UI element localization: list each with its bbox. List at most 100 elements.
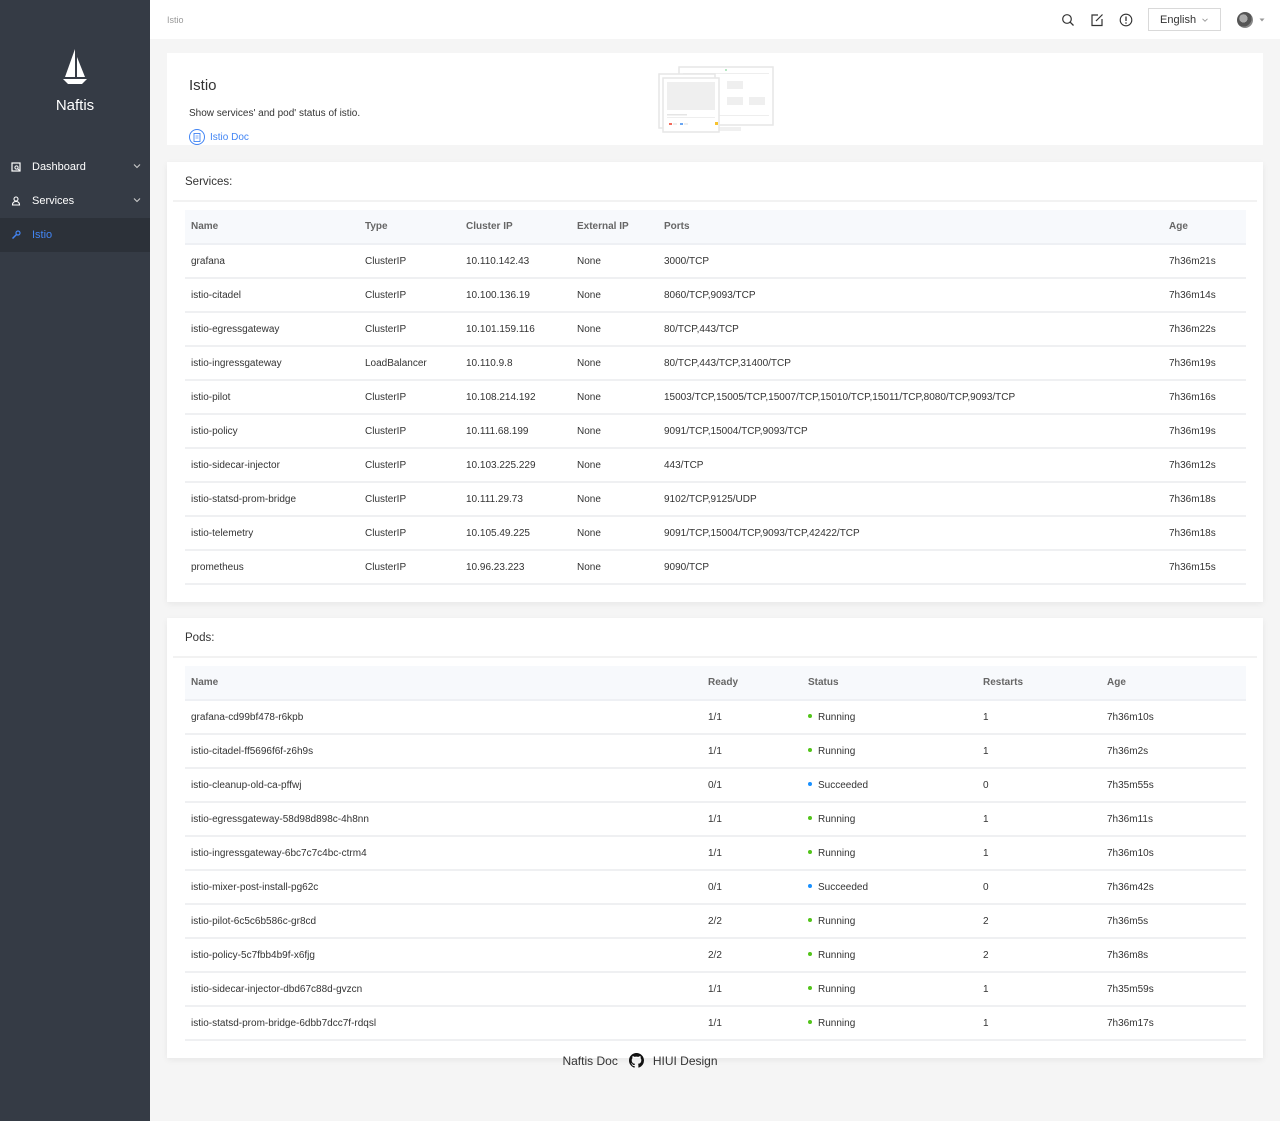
table-row[interactable]: istio-citadel-ff5696f6f-z6h9s 1/1 Running 1…	[185, 734, 1246, 769]
cell-restarts: 0	[977, 768, 1101, 803]
cell-cluster-ip: 10.111.29.73	[460, 482, 571, 517]
cell-name: istio-cleanup-old-ca-pffwj	[185, 768, 702, 803]
page-title: Istio	[189, 77, 217, 94]
cell-name: istio-policy-5c7fbb4b9f-x6fjg	[185, 938, 702, 973]
chevron-down-icon	[133, 198, 141, 203]
cell-name: istio-egressgateway	[185, 312, 359, 347]
column-header-external-ip[interactable]: External IP	[571, 210, 658, 245]
status-dot-icon	[808, 747, 812, 752]
edit-icon[interactable]	[1090, 13, 1104, 27]
table-row[interactable]: istio-policy-5c7fbb4b9f-x6fjg 2/2 Running 2…	[185, 938, 1246, 973]
document-icon	[189, 129, 205, 145]
column-header-ready[interactable]: Ready	[702, 666, 802, 701]
cell-external-ip: None	[571, 278, 658, 313]
table-row[interactable]: istio-sidecar-injector ClusterIP 10.103.22…	[185, 448, 1246, 483]
column-header-status[interactable]: Status	[802, 666, 977, 701]
cell-status: Running	[802, 836, 977, 871]
cell-name: istio-mixer-post-install-pg62c	[185, 870, 702, 905]
info-icon[interactable]	[1119, 13, 1133, 27]
sidebar-nav: Dashboard Services Istio	[0, 150, 150, 252]
cell-external-ip: None	[571, 482, 658, 517]
pods-heading: Pods:	[173, 618, 1257, 658]
cell-age: 7h36m10s	[1101, 700, 1246, 735]
column-header-name[interactable]: Name	[185, 666, 702, 701]
table-row[interactable]: istio-egressgateway-58d98d898c-4h8nn 1/1 R…	[185, 802, 1246, 837]
istio-doc-link[interactable]: Istio Doc	[189, 129, 249, 145]
status-badge: Succeeded	[818, 881, 869, 893]
cell-age: 7h36m10s	[1101, 836, 1246, 871]
cell-name: istio-sidecar-injector	[185, 448, 359, 483]
table-row[interactable]: istio-cleanup-old-ca-pffwj 0/1 Succeeded 0 7…	[185, 768, 1246, 803]
cell-age: 7h36m8s	[1101, 938, 1246, 973]
table-row[interactable]: istio-telemetry ClusterIP 10.105.49.225 Non…	[185, 516, 1246, 551]
cell-external-ip: None	[571, 346, 658, 381]
services-table: Name Type Cluster IP External IP Ports A…	[185, 210, 1246, 585]
cell-ports: 15003/TCP,15005/TCP,15007/TCP,15010/TCP,…	[658, 380, 1163, 415]
table-row[interactable]: istio-egressgateway ClusterIP 10.101.159.1…	[185, 312, 1246, 347]
table-row[interactable]: istio-policy ClusterIP 10.111.68.199 None 90…	[185, 414, 1246, 449]
sidebar-item-services[interactable]: Services	[0, 184, 150, 218]
hiui-design-link[interactable]: HIUI Design	[653, 1054, 718, 1068]
language-select[interactable]: English	[1148, 8, 1221, 31]
cell-cluster-ip: 10.110.9.8	[460, 346, 571, 381]
table-row[interactable]: istio-ingressgateway-6bc7c7c4bc-ctrm4 1/1…	[185, 836, 1246, 871]
sailboat-logo-icon	[63, 49, 87, 84]
cell-ports: 80/TCP,443/TCP,31400/TCP	[658, 346, 1163, 381]
column-header-age[interactable]: Age	[1163, 210, 1246, 245]
table-row[interactable]: istio-pilot-6c5c6b586c-gr8cd 2/2 Running 2 7…	[185, 904, 1246, 939]
caret-down-icon[interactable]	[1259, 17, 1265, 23]
column-header-cluster-ip[interactable]: Cluster IP	[460, 210, 571, 245]
table-row[interactable]: istio-statsd-prom-bridge-6dbb7dcc7f-rdqs…	[185, 1006, 1246, 1041]
table-row[interactable]: istio-pilot ClusterIP 10.108.214.192 None 15…	[185, 380, 1246, 415]
pods-card: Pods: Name Ready Status Restarts Age gra…	[167, 618, 1263, 1058]
cell-restarts: 2	[977, 938, 1101, 973]
github-icon[interactable]	[628, 1053, 644, 1068]
sidebar-item-dashboard[interactable]: Dashboard	[0, 150, 150, 184]
breadcrumb[interactable]: Istio	[167, 15, 184, 25]
column-header-age[interactable]: Age	[1101, 666, 1246, 701]
table-row[interactable]: istio-sidecar-injector-dbd67c88d-gvzcn 1/…	[185, 972, 1246, 1007]
cell-age: 7h36m22s	[1163, 312, 1246, 347]
table-row[interactable]: grafana-cd99bf478-r6kpb 1/1 Running 1 7h36m1…	[185, 700, 1246, 735]
cell-age: 7h36m42s	[1101, 870, 1246, 905]
status-badge: Succeeded	[818, 779, 869, 791]
table-row[interactable]: istio-mixer-post-install-pg62c 0/1 Succeed…	[185, 870, 1246, 905]
cell-cluster-ip: 10.96.23.223	[460, 550, 571, 585]
cell-ready: 2/2	[702, 938, 802, 973]
cell-ports: 443/TCP	[658, 448, 1163, 483]
naftis-doc-link[interactable]: Naftis Doc	[562, 1054, 617, 1068]
logo[interactable]: Naftis	[0, 0, 150, 150]
table-row[interactable]: istio-ingressgateway LoadBalancer 10.110.9…	[185, 346, 1246, 381]
header-actions: English	[1061, 0, 1280, 39]
status-badge: Running	[818, 711, 856, 723]
column-header-ports[interactable]: Ports	[658, 210, 1163, 245]
dashboard-icon	[11, 162, 21, 172]
cell-name: istio-sidecar-injector-dbd67c88d-gvzcn	[185, 972, 702, 1007]
cell-status: Running	[802, 938, 977, 973]
services-icon	[11, 196, 21, 206]
sidebar-item-istio[interactable]: Istio	[0, 218, 150, 252]
cell-age: 7h36m2s	[1101, 734, 1246, 769]
column-header-type[interactable]: Type	[359, 210, 460, 245]
cell-restarts: 0	[977, 870, 1101, 905]
status-dot-icon	[808, 951, 812, 956]
status-badge: Running	[818, 915, 856, 927]
table-row[interactable]: istio-statsd-prom-bridge ClusterIP 10.111.…	[185, 482, 1246, 517]
cell-restarts: 1	[977, 802, 1101, 837]
cell-ready: 1/1	[702, 1006, 802, 1041]
avatar[interactable]	[1237, 11, 1253, 28]
cell-name: grafana	[185, 244, 359, 279]
column-header-name[interactable]: Name	[185, 210, 359, 245]
cell-status: Running	[802, 802, 977, 837]
cell-status: Succeeded	[802, 870, 977, 905]
table-row[interactable]: prometheus ClusterIP 10.96.23.223 None 9090/…	[185, 550, 1246, 585]
cell-ready: 0/1	[702, 768, 802, 803]
search-icon[interactable]	[1061, 13, 1075, 27]
cell-age: 7h36m18s	[1163, 482, 1246, 517]
table-row[interactable]: istio-citadel ClusterIP 10.100.136.19 None 8…	[185, 278, 1246, 313]
cell-age: 7h35m59s	[1101, 972, 1246, 1007]
pods-table: Name Ready Status Restarts Age grafana-c…	[185, 666, 1246, 1041]
cell-cluster-ip: 10.108.214.192	[460, 380, 571, 415]
table-row[interactable]: grafana ClusterIP 10.110.142.43 None 3000/TC…	[185, 244, 1246, 279]
column-header-restarts[interactable]: Restarts	[977, 666, 1101, 701]
